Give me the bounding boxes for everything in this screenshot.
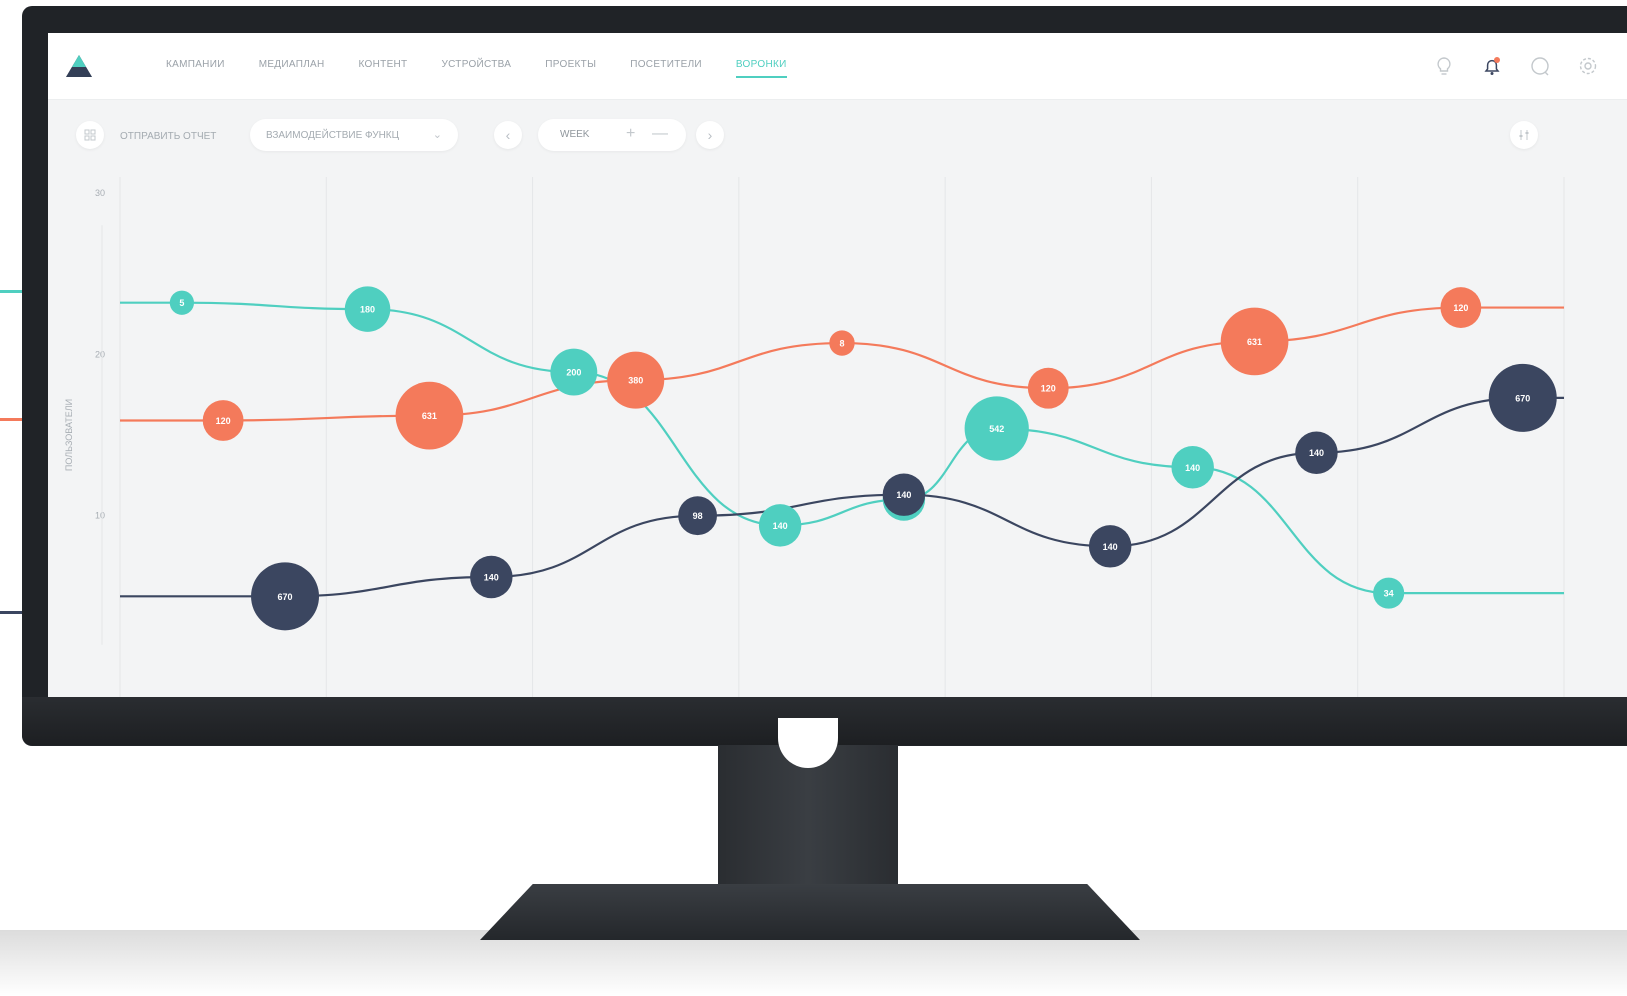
grid-icon[interactable] (76, 121, 104, 149)
y-tick-label: 10 (95, 511, 105, 521)
data-label-teal: 34 (1384, 589, 1394, 599)
top-navigation-bar: Кампании Медиаплан Контент Устройства Пр… (48, 33, 1627, 100)
chevron-right-icon[interactable]: › (696, 121, 724, 149)
nav-tab-visitors[interactable]: Посетители (630, 59, 702, 78)
data-label-orange: 631 (1247, 337, 1262, 347)
funnel-line-chart: 10 20 30 ПОЛЬЗОВАТЕЛИ 5 180 200 140 140 542 140 34… (64, 177, 1565, 697)
data-label-navy: 140 (896, 490, 911, 500)
nav-tab-campaigns[interactable]: Кампании (166, 59, 225, 78)
data-label-teal: 180 (360, 305, 375, 315)
send-report-link[interactable]: ОТПРАВИТЬ ОТЧЕТ (120, 131, 216, 142)
nav-tab-devices[interactable]: Устройства (441, 59, 511, 78)
data-label-orange: 8 (839, 339, 844, 349)
chevron-left-icon[interactable]: ‹ (494, 121, 522, 149)
data-label-orange: 631 (422, 411, 437, 421)
logo-icon[interactable] (64, 53, 94, 81)
orange-legend-line (0, 418, 24, 421)
data-label-navy: 140 (1103, 542, 1118, 552)
data-label-teal: 140 (773, 521, 788, 531)
data-label-navy: 140 (1309, 448, 1324, 458)
series-line-navy (119, 396, 1564, 598)
chat-icon[interactable] (1529, 55, 1551, 77)
nav-tab-projects[interactable]: Проекты (545, 59, 596, 78)
navy-legend-line (0, 611, 24, 614)
zoom-out-button[interactable]: — (652, 125, 668, 143)
nav-tab-funnels[interactable]: Воронки (735, 59, 787, 78)
lightbulb-icon[interactable] (1433, 55, 1455, 77)
data-label-teal: 140 (1185, 463, 1200, 473)
teal-legend-line (0, 290, 24, 293)
y-tick-label: 30 (95, 188, 105, 198)
data-label-orange: 380 (628, 376, 643, 386)
data-label-navy: 98 (693, 511, 703, 521)
period-selector: WEEK + — (538, 119, 686, 151)
chevron-down-icon: ⌄ (432, 129, 442, 141)
bell-icon[interactable] (1481, 55, 1503, 77)
y-axis-label: ПОЛЬЗОВАТЕЛИ (64, 399, 74, 471)
data-label-orange: 120 (216, 416, 231, 426)
data-label-navy: 670 (1515, 393, 1530, 403)
y-tick-label: 20 (95, 349, 105, 359)
data-label-teal: 542 (989, 424, 1004, 434)
sliders-icon[interactable] (1510, 121, 1538, 149)
app-screen: Кампании Медиаплан Контент Устройства Пр… (48, 33, 1627, 697)
nav-tab-mediaplan[interactable]: Медиаплан (259, 59, 325, 78)
data-label-teal: 5 (179, 298, 184, 308)
data-label-teal: 200 (566, 368, 581, 378)
metric-dropdown[interactable]: ВЗАИМОДЕЙСТВИЕ ФУНКЦ ⌄ (250, 119, 458, 151)
top-icons (1433, 55, 1599, 77)
data-label-navy: 670 (278, 592, 293, 602)
period-label[interactable]: WEEK (560, 129, 589, 140)
main-nav: Кампании Медиаплан Контент Устройства Пр… (166, 59, 787, 78)
chart-toolbar: ОТПРАВИТЬ ОТЧЕТ ВЗАИМОДЕЙСТВИЕ ФУНКЦ ⌄ ‹… (48, 117, 1627, 157)
data-label-orange: 120 (1453, 303, 1468, 313)
monitor-stand-base (480, 884, 1140, 940)
data-label-orange: 120 (1041, 384, 1056, 394)
series-line-orange (120, 306, 1564, 422)
data-label-navy: 140 (484, 572, 499, 582)
zoom-in-button[interactable]: + (626, 125, 635, 143)
gear-icon[interactable] (1577, 55, 1599, 77)
nav-tab-content[interactable]: Контент (359, 59, 408, 78)
metric-dropdown-value: ВЗАИМОДЕЙСТВИЕ ФУНКЦ (266, 129, 400, 141)
